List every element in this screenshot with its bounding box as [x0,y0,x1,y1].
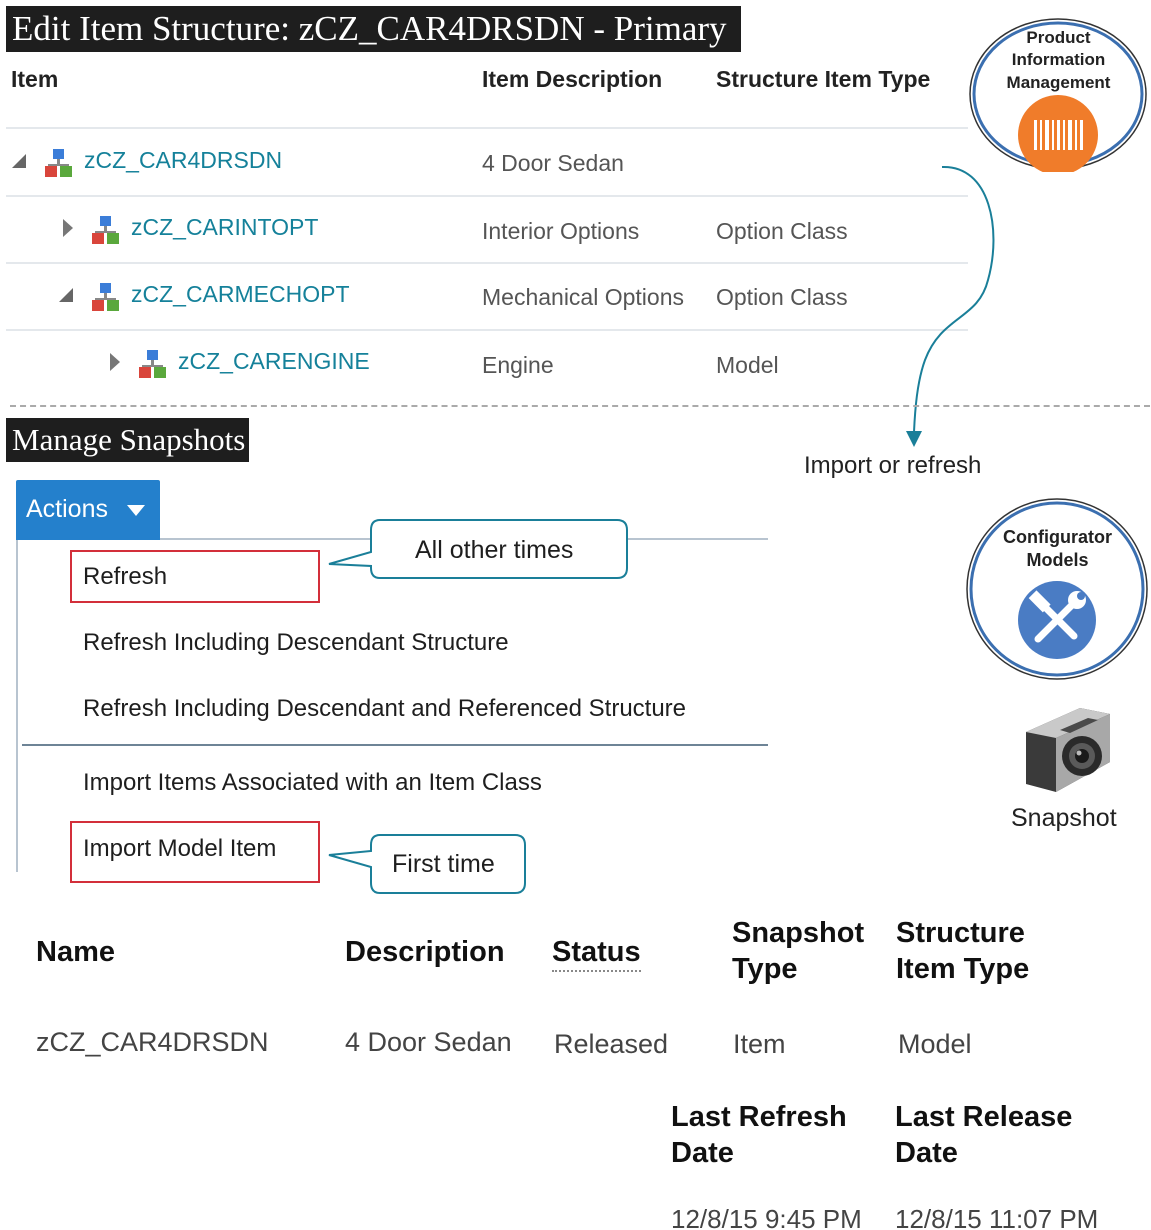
last-release-line2: Date [895,1137,958,1169]
configurator-badge-line2: Models [1026,550,1089,570]
column-header-structure-type[interactable]: Structure Item Type [896,915,1029,987]
menu-left-border [16,540,18,872]
menu-item-import-item-class[interactable]: Import Items Associated with an Item Cla… [83,769,542,797]
snapshot-type: Item [733,1029,786,1059]
section-divider [10,405,1150,407]
item-description: Mechanical Options [482,284,684,310]
item-link[interactable]: zCZ_CARENGINE [178,348,370,375]
camera-icon [1026,708,1110,792]
structure-icon [45,149,72,177]
structure-icon [139,350,166,378]
collapsed-triangle-icon[interactable] [63,219,73,237]
last-refresh-line2: Date [671,1137,734,1169]
structure-item-type: Option Class [716,284,848,310]
pim-badge-line3: Management [1006,73,1111,92]
column-header-status[interactable]: Status [552,934,641,972]
pim-badge-line2: Information [1011,50,1106,69]
structure-item-type: Model [716,352,779,378]
column-header-last-release[interactable]: Last Release Date [895,1099,1072,1171]
snapshot-description: 4 Door Sedan [345,1027,512,1057]
last-refresh-line1: Last Refresh [671,1101,847,1133]
highlight-import-model-item [70,821,320,883]
item-description: Engine [482,352,554,378]
structure-item-type: Option Class [716,218,848,244]
column-header-name[interactable]: Name [36,934,115,970]
item-link[interactable]: zCZ_CAR4DRSDN [84,147,282,174]
page-title: Edit Item Structure: zCZ_CAR4DRSDN - Pri… [6,6,741,52]
snapshot-label: Snapshot [1011,804,1117,832]
section-title: Manage Snapshots [6,418,250,462]
flow-arrow [906,165,995,447]
caret-down-icon [127,505,145,516]
expanded-triangle-icon[interactable] [12,154,26,168]
column-header-description[interactable]: Description [345,934,505,970]
snapshot-structure-type: Model [898,1029,972,1059]
header-divider [6,127,968,129]
callout-import-text: First time [392,850,495,878]
pim-badge-line1: Product [1026,28,1091,47]
snapshot-name: zCZ_CAR4DRSDN [36,1027,269,1057]
actions-menu-button[interactable]: Actions [16,480,160,540]
column-header-last-refresh[interactable]: Last Refresh Date [671,1099,847,1171]
column-header-item[interactable]: Item [11,66,58,93]
structure-type-line2: Item Type [896,953,1030,985]
item-link[interactable]: zCZ_CARINTOPT [131,214,318,241]
configurator-badge [966,498,1148,680]
row-divider [6,262,968,264]
highlight-refresh [70,550,320,603]
configurator-badge-line1: Configurator [1003,527,1112,547]
row-divider [6,329,968,331]
flow-label: Import or refresh [804,452,982,479]
last-release-line1: Last Release [895,1101,1073,1133]
snapshot-type-line2: Type [732,953,798,985]
snapshot-type-line1: Snapshot [732,917,865,949]
structure-type-line1: Structure [896,917,1025,949]
structure-icon [92,283,119,311]
menu-separator [22,744,768,746]
callout-refresh-text: All other times [415,536,574,564]
column-header-snapshot-type[interactable]: Snapshot Type [732,915,864,987]
snapshot-status: Released [554,1029,669,1059]
row-divider [6,195,968,197]
column-header-structure-type[interactable]: Structure Item Type [716,66,930,93]
expanded-triangle-icon[interactable] [59,288,73,302]
menu-item-refresh-descendant[interactable]: Refresh Including Descendant Structure [83,629,509,657]
item-link[interactable]: zCZ_CARMECHOPT [131,281,350,308]
last-refresh-date: 12/8/15 9:45 PM [671,1204,862,1230]
item-description: 4 Door Sedan [482,150,624,176]
last-release-date: 12/8/15 11:07 PM [895,1204,1099,1230]
structure-icon [92,216,119,244]
menu-item-refresh-descendant-referenced[interactable]: Refresh Including Descendant and Referen… [83,695,686,723]
item-description: Interior Options [482,218,640,244]
collapsed-triangle-icon[interactable] [110,353,120,371]
actions-label: Actions [26,495,108,523]
column-header-description[interactable]: Item Description [482,66,662,93]
